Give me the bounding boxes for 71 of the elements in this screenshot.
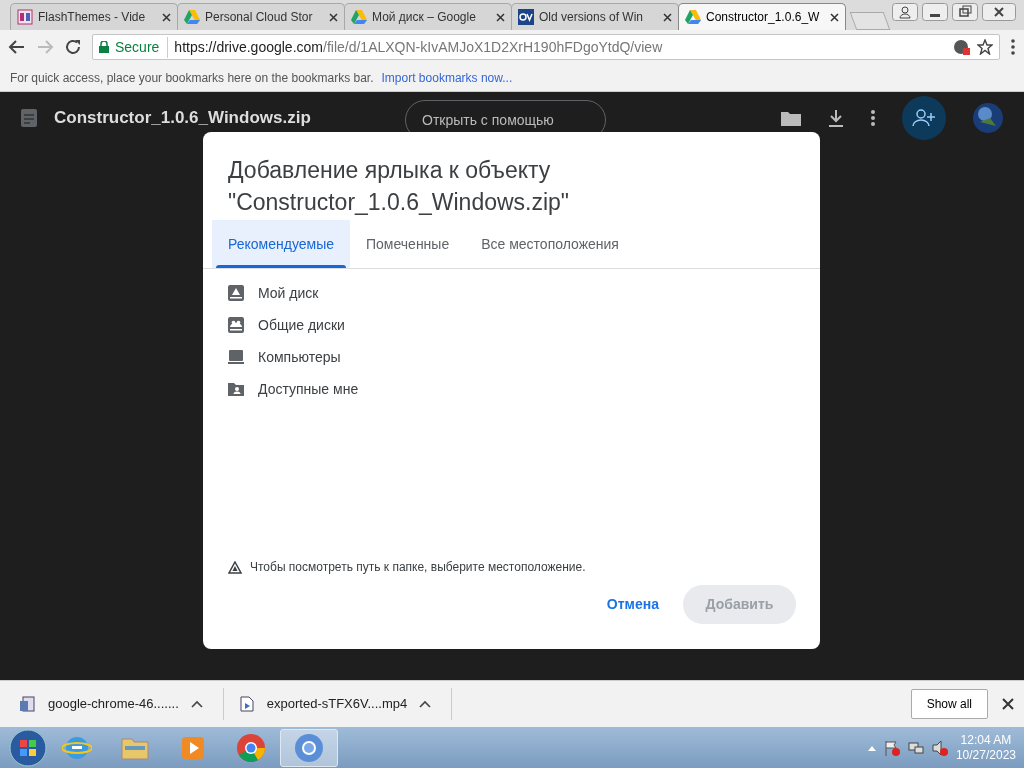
- ov-logo-icon: [518, 9, 534, 25]
- back-icon[interactable]: [8, 38, 26, 56]
- network-icon[interactable]: [907, 739, 924, 756]
- drive-icon: [685, 9, 701, 25]
- dialog-tab[interactable]: Рекомендуемые: [212, 220, 350, 268]
- location-item[interactable]: Доступные мне: [203, 373, 820, 405]
- more-icon[interactable]: [870, 109, 876, 127]
- close-icon[interactable]: [663, 12, 672, 22]
- dialog-title: Добавление ярлыка к объекту "Constructor_1.0.6_Windows.zip": [227, 156, 571, 217]
- location-item[interactable]: Мой диск: [203, 277, 820, 309]
- clock-date: 10/27/2023: [955, 747, 1016, 762]
- caret-up-icon[interactable]: [190, 700, 203, 708]
- close-icon[interactable]: [162, 12, 171, 22]
- folder-icon[interactable]: [780, 109, 802, 127]
- download-icon[interactable]: [828, 109, 844, 127]
- drive-warning-icon: [228, 560, 242, 574]
- download-item[interactable]: google-chrome-46.......: [20, 688, 224, 720]
- location-item[interactable]: Компьютеры: [203, 341, 820, 373]
- drive-icon: [184, 9, 200, 25]
- taskbar-app[interactable]: [280, 728, 338, 767]
- document-icon: [20, 108, 38, 128]
- hint-text: Чтобы посмотреть путь к папке, выберите местоположение.: [250, 559, 586, 576]
- drive-location-icon: [228, 285, 244, 301]
- blocked-cookies-icon[interactable]: [953, 39, 971, 55]
- dialog-tab[interactable]: Помеченные: [350, 220, 466, 268]
- address-bar[interactable]: Secure https://drive.google.com/file/d/1ALXQN-kIvAMJoX1D2XrH190hFDgoYtdQ/view: [92, 34, 1000, 60]
- star-icon[interactable]: [977, 39, 993, 55]
- add-person-icon[interactable]: [902, 96, 946, 140]
- cancel-button[interactable]: Отмена: [590, 584, 675, 625]
- start-button[interactable]: [8, 727, 48, 768]
- minimize-icon[interactable]: [922, 3, 948, 21]
- browser-tab[interactable]: Мой диск – Google: [344, 3, 512, 30]
- restore-icon[interactable]: [952, 3, 978, 21]
- dialog-tab[interactable]: Все местоположения: [465, 220, 635, 268]
- url-text: https://drive.google.com/file/d/1ALXQN-kIvAMJoX1D2XrH190hFDgoYtdQ/view: [174, 37, 664, 57]
- bookmarks-hint: For quick access, place your bookmarks here on the bookmarks bar.: [10, 69, 374, 87]
- browser-tab[interactable]: Personal Cloud Stor: [177, 3, 345, 30]
- file-name: Constructor_1.0.6_Windows.zip: [54, 107, 311, 130]
- caret-up-icon[interactable]: [419, 700, 432, 708]
- chrome-icon: [236, 732, 266, 763]
- browser-tab[interactable]: Old versions of Win: [511, 3, 679, 30]
- show-all-button[interactable]: Show all: [910, 689, 988, 719]
- menu-icon[interactable]: [1010, 38, 1016, 56]
- lock-icon: [99, 41, 109, 53]
- flag-icon[interactable]: [883, 739, 900, 756]
- user-icon[interactable]: [892, 3, 918, 21]
- avatar-icon[interactable]: [972, 102, 1004, 134]
- close-icon[interactable]: [1002, 698, 1014, 710]
- close-icon[interactable]: [329, 12, 338, 22]
- video-file-icon: [238, 696, 255, 712]
- speaker-icon[interactable]: [931, 739, 948, 756]
- shared-drives-icon: [228, 317, 244, 333]
- browser-tab[interactable]: FlashThemes - Vide: [10, 3, 178, 30]
- secure-label: Secure: [115, 36, 169, 58]
- location-item[interactable]: Общие диски: [203, 309, 820, 341]
- reload-icon[interactable]: [64, 38, 82, 56]
- download-name: exported-sTFX6V....mp4: [266, 695, 408, 714]
- import-bookmarks-link[interactable]: Import bookmarks now...: [381, 68, 513, 87]
- download-name: google-chrome-46.......: [48, 695, 179, 714]
- laptop-icon: [228, 349, 244, 365]
- clock-time: 12:04 AM: [959, 733, 1013, 748]
- installer-file-icon: [20, 696, 36, 712]
- browser-tab[interactable]: Constructor_1.0.6_W: [678, 3, 846, 30]
- shared-folder-icon: [228, 381, 244, 397]
- download-item[interactable]: exported-sTFX6V....mp4: [238, 688, 453, 720]
- drive-icon: [351, 9, 367, 25]
- browser-icon: [294, 732, 324, 763]
- close-icon[interactable]: [982, 3, 1016, 21]
- ft-logo-icon: [17, 9, 33, 25]
- close-icon[interactable]: [830, 12, 839, 22]
- close-icon[interactable]: [496, 12, 505, 22]
